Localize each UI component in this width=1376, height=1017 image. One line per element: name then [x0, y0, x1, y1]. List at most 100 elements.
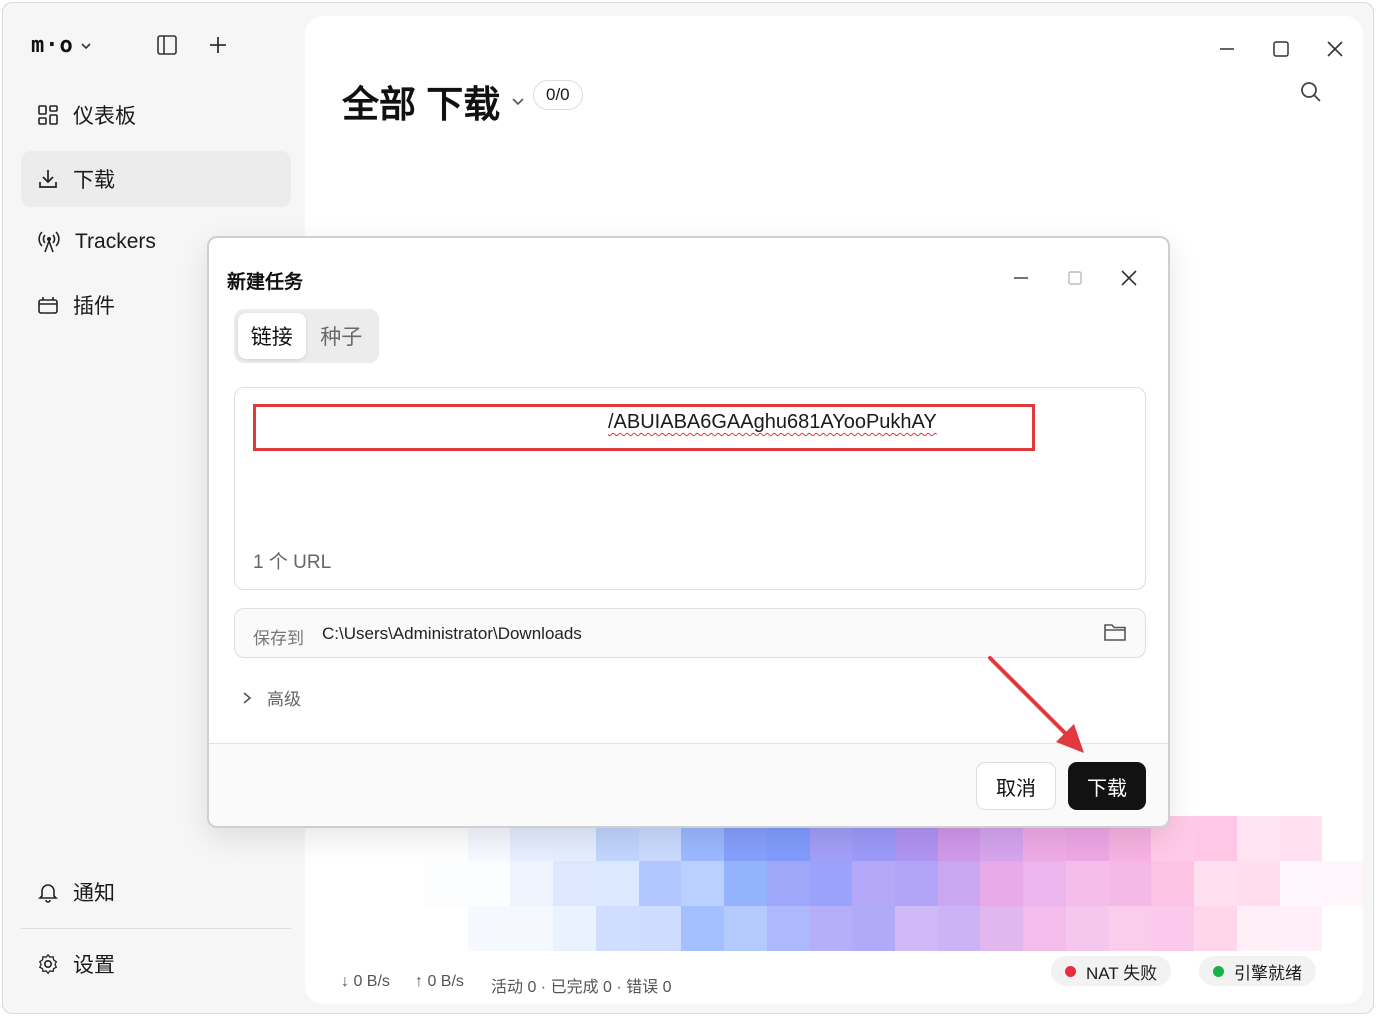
gradient-cell: [638, 861, 682, 906]
bell-icon: [38, 884, 58, 903]
gradient-cell: [1322, 906, 1363, 951]
gradient-cell: [937, 906, 981, 951]
search-icon[interactable]: [1299, 80, 1323, 109]
task-summary: 活动 0 · 已完成 0 · 错误 0: [491, 979, 672, 996]
chevron-down-icon: [512, 98, 524, 106]
dialog-maximize-icon: [1061, 264, 1089, 292]
gradient-cell: [553, 861, 596, 906]
upload-speed: ↑ 0 B/s: [415, 973, 464, 990]
sidebar-item-downloads[interactable]: 下载: [21, 151, 291, 207]
sidebar-item-label: Trackers: [75, 230, 156, 253]
gradient-cell: [681, 906, 725, 951]
advanced-label: 高级: [267, 690, 301, 709]
gradient-cell: [1236, 861, 1280, 906]
source-tabs: 链接 种子: [234, 309, 379, 363]
gradient-cell: [1194, 906, 1237, 951]
nat-status-label: NAT 失败: [1086, 963, 1158, 983]
close-icon[interactable]: [1320, 34, 1350, 64]
gradient-cell: [638, 906, 682, 951]
gradient-cell: [1279, 816, 1323, 861]
gradient-cell: [1108, 906, 1152, 951]
chevron-down-icon: [81, 42, 91, 49]
gradient-cell: [1108, 861, 1152, 906]
app-logo[interactable]: m·o: [31, 33, 92, 58]
gradient-cell: [894, 861, 938, 906]
download-button[interactable]: 下载: [1068, 762, 1146, 810]
sidebar-item-label: 插件: [73, 295, 115, 318]
gradient-cell: [1194, 816, 1237, 861]
page-title-text: 全部 下载: [342, 84, 501, 125]
maximize-icon[interactable]: [1266, 34, 1296, 64]
gradient-cell: [980, 861, 1024, 906]
gradient-cell: [681, 861, 725, 906]
engine-status[interactable]: 引擎就绪: [1199, 956, 1316, 986]
advanced-toggle[interactable]: 高级: [241, 685, 301, 710]
gradient-cell: [467, 861, 511, 906]
dialog-title: 新建任务: [227, 272, 304, 293]
status-dot: [1213, 965, 1224, 977]
decorative-gradient: [425, 816, 1363, 951]
sidebar-item-label: 设置: [73, 954, 115, 977]
cancel-button[interactable]: 取消: [976, 762, 1056, 810]
tab-torrent[interactable]: 种子: [308, 313, 376, 359]
gradient-cell: [852, 861, 895, 906]
annotation-arrow: [988, 656, 1084, 753]
save-path: C:\Users\Administrator\Downloads: [322, 624, 582, 643]
sidebar-item-notifications[interactable]: 通知: [21, 864, 291, 920]
gradient-cell: [595, 861, 639, 906]
add-icon[interactable]: [206, 33, 230, 57]
gradient-cell: [809, 861, 853, 906]
sidebar-divider: [21, 928, 291, 929]
gradient-cell: [1194, 861, 1237, 906]
gradient-cell: [724, 906, 767, 951]
chevron-right-icon: [243, 691, 252, 704]
sidebar-item-dashboard[interactable]: 仪表板: [21, 87, 291, 143]
gradient-cell: [510, 861, 554, 906]
gradient-cell: [852, 906, 895, 951]
gradient-cell: [510, 906, 554, 951]
url-count: 1 个 URL: [253, 552, 332, 573]
dashboard-icon: [38, 105, 58, 125]
dialog-close-icon[interactable]: [1115, 264, 1143, 292]
gradient-cell: [1151, 861, 1195, 906]
sidebar-item-label: 通知: [73, 882, 115, 905]
gradient-cell: [980, 906, 1024, 951]
gradient-cell: [724, 861, 767, 906]
gradient-cell: [467, 906, 511, 951]
gradient-cell: [425, 906, 468, 951]
plugin-icon: [38, 297, 58, 314]
count-badge: 0/0: [533, 80, 583, 110]
engine-status-label: 引擎就绪: [1234, 963, 1302, 983]
annotation-highlight-box: [253, 404, 1035, 451]
gradient-cell: [1236, 816, 1280, 861]
url-input[interactable]: /ABUIABA6GAAghu681AYooPukhAY 1 个 URL: [234, 387, 1146, 590]
page-title[interactable]: 全部 下载: [342, 74, 526, 128]
nat-status[interactable]: NAT 失败: [1051, 956, 1172, 986]
sidebar-toggle-icon[interactable]: [155, 33, 179, 57]
gradient-cell: [766, 861, 810, 906]
gradient-cell: [1279, 906, 1323, 951]
gradient-cell: [1065, 906, 1109, 951]
gradient-cell: [1023, 906, 1066, 951]
sidebar-item-label: 下载: [73, 169, 115, 192]
gradient-cell: [894, 906, 938, 951]
folder-icon[interactable]: [1103, 621, 1127, 648]
download-icon: [39, 170, 57, 188]
sidebar-item-settings[interactable]: 设置: [21, 936, 291, 992]
gradient-cell: [1322, 816, 1363, 861]
gradient-cell: [937, 861, 981, 906]
gradient-cell: [425, 861, 468, 906]
gradient-cell: [809, 906, 853, 951]
gear-icon: [38, 953, 58, 975]
download-speed: ↓ 0 B/s: [341, 973, 390, 990]
status-dot: [1065, 965, 1076, 977]
dialog-minimize-icon[interactable]: [1007, 264, 1035, 292]
gradient-cell: [1236, 906, 1280, 951]
gradient-cell: [1322, 861, 1363, 906]
logo-text: m·o: [31, 33, 74, 58]
tab-link[interactable]: 链接: [238, 313, 306, 359]
minimize-icon[interactable]: [1212, 34, 1242, 64]
gradient-cell: [553, 906, 596, 951]
gradient-cell: [1279, 861, 1323, 906]
gradient-cell: [766, 906, 810, 951]
